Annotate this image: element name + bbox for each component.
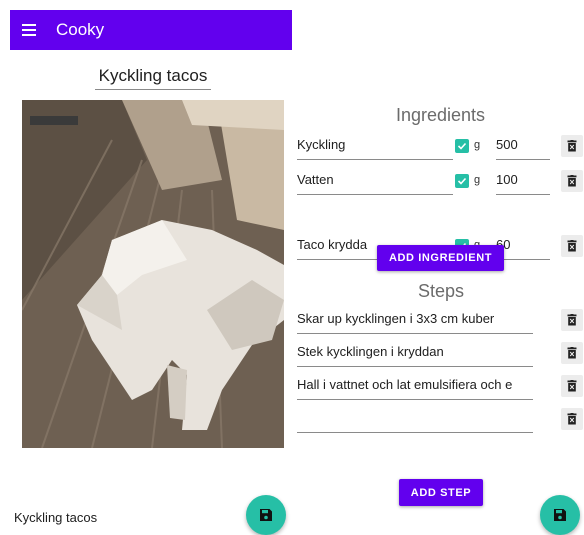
menu-icon[interactable] [22,24,36,36]
delete-step-button[interactable] [561,408,583,430]
ingredient-checkbox[interactable] [455,174,469,188]
step-input[interactable]: Skar up kycklingen i 3x3 cm kuber [297,311,533,334]
step-input[interactable]: Stek kycklingen i kryddan [297,344,533,367]
trash-icon [567,347,577,359]
trash-icon [567,175,577,187]
delete-ingredient-button[interactable] [561,135,583,157]
delete-step-button[interactable] [561,309,583,331]
ingredient-amount-input[interactable]: 500 [496,137,550,160]
app-bar: Cooky [10,10,292,50]
add-step-button[interactable]: ADD STEP [399,479,483,506]
save-fab-left[interactable] [246,495,286,535]
delete-step-button[interactable] [561,342,583,364]
save-icon [554,509,566,521]
save-icon [260,509,272,521]
footer-recipe-label: Kyckling tacos [14,510,98,525]
app-title: Cooky [56,20,105,39]
ingredient-amount-input[interactable]: 60 [496,237,550,260]
delete-step-button[interactable] [561,375,583,397]
recipe-title-field[interactable]: Kyckling tacos [95,66,211,90]
add-ingredient-button[interactable]: ADD INGREDIENT [377,245,504,271]
step-input[interactable]: Hall i vattnet och lat emulsifiera och e [297,377,533,400]
step-input[interactable] [297,410,533,433]
check-icon [457,177,467,185]
check-icon [457,142,467,150]
trash-icon [567,240,577,252]
ingredient-checkbox[interactable] [455,139,469,153]
trash-icon [567,413,577,425]
delete-ingredient-button[interactable] [561,235,583,257]
ingredient-name-input[interactable]: Vatten [297,172,453,195]
ingredient-amount-input[interactable]: 100 [496,172,550,195]
recipe-photo[interactable] [22,100,284,448]
trash-icon [567,140,577,152]
steps-heading: Steps [418,281,465,301]
trash-icon [567,380,577,392]
ingredient-unit: g [474,139,481,151]
ingredient-name-input[interactable]: Kyckling [297,137,453,160]
trash-icon [567,314,577,326]
ingredients-heading: Ingredients [396,105,486,125]
delete-ingredient-button[interactable] [561,170,583,192]
save-fab-right[interactable] [540,495,580,535]
ingredient-unit: g [474,174,481,186]
